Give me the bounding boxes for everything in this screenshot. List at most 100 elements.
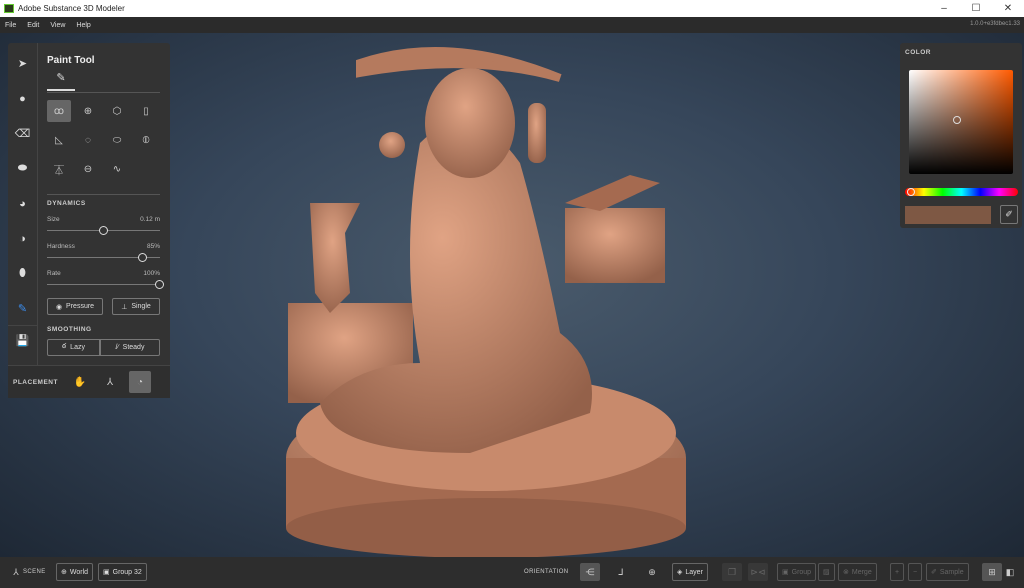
size-slider[interactable]	[47, 226, 160, 235]
eyedropper-button[interactable]: ✐	[1000, 205, 1018, 224]
hue-slider[interactable]	[905, 188, 1018, 196]
size-label: Size	[47, 216, 60, 223]
surface-placement-icon[interactable]: ◔	[129, 371, 151, 393]
menu-view[interactable]: View	[50, 22, 65, 29]
steady-button[interactable]: /∕ Steady	[100, 339, 160, 356]
bottom-toolbar: ⅄ SCENE ⊕ World ▣ Group 32 ORIENTATION ⋲ ⅃…	[0, 557, 1024, 588]
local-orientation-icon[interactable]: ⋲	[580, 563, 600, 581]
color-cursor[interactable]	[953, 116, 961, 124]
hue-knob[interactable]	[907, 188, 915, 196]
group-icon: ▣	[782, 569, 789, 576]
merge-label: Merge	[851, 568, 872, 576]
color-panel: COLOR ✐	[900, 43, 1022, 228]
axis-orientation-icon[interactable]: ⅃	[611, 563, 631, 581]
app-logo-icon	[4, 4, 14, 13]
menu-bar: File Edit View Help	[0, 17, 1024, 33]
group-button[interactable]: ▣ Group	[777, 563, 817, 581]
stroke-brush-icon[interactable]: ꝏ	[47, 100, 71, 122]
brush-shape-grid: ꝏ ⊕ ⬡ ▯ ◺ ◌ ⬭ ⦶ ⏄ ⊖ ∿	[47, 100, 163, 180]
world-button[interactable]: ⊕ World	[56, 563, 94, 581]
single-label: Single	[131, 303, 151, 310]
sample-button[interactable]: ✐ Sample	[926, 563, 969, 581]
ungroup-button[interactable]: ▨	[818, 563, 835, 581]
layer-button[interactable]: ◈ Layer	[672, 563, 708, 581]
steady-icon: /∕	[115, 344, 119, 351]
minimize-button[interactable]: –	[928, 0, 960, 17]
hardness-value: 85%	[146, 243, 160, 250]
cylinder-brush-icon[interactable]: ▯	[134, 100, 158, 122]
smooth-tool-icon[interactable]: ⬬	[8, 154, 37, 183]
view-mode-icon[interactable]: ⊞	[982, 563, 1002, 581]
group-btn-label: Group	[791, 568, 812, 576]
current-color-swatch[interactable]	[905, 206, 991, 224]
single-button[interactable]: ⊥ Single	[112, 298, 160, 315]
add-button[interactable]: +	[890, 563, 905, 581]
sample-label: Sample	[939, 568, 964, 576]
clay-tool-icon[interactable]: ●	[8, 84, 37, 113]
dynamics-heading: DYNAMICS	[47, 200, 86, 207]
cone-brush-icon[interactable]: ◺	[47, 129, 71, 151]
pressure-icon: ◉	[55, 303, 63, 311]
ungroup-icon: ▨	[823, 569, 830, 576]
erase-tool-icon[interactable]: ⌫	[8, 119, 37, 148]
inflate-tool-icon[interactable]: ⬮	[8, 259, 37, 288]
subtract-button[interactable]: −	[908, 563, 923, 581]
rate-label: Rate	[47, 270, 61, 277]
disc-brush-icon[interactable]: ⊖	[76, 158, 100, 180]
world-orientation-icon[interactable]: ⊕	[642, 563, 662, 581]
window-title: Adobe Substance 3D Modeler	[18, 4, 125, 13]
menu-help[interactable]: Help	[76, 22, 90, 29]
layer-icon: ◈	[677, 569, 683, 576]
rate-slider-knob[interactable]	[155, 280, 164, 289]
sphere-brush-icon[interactable]: ⊕	[76, 100, 100, 122]
hardness-slider-knob[interactable]	[138, 253, 148, 262]
rate-value: 100%	[143, 270, 160, 277]
size-value: 0.12 m	[140, 216, 160, 223]
eyedropper-icon: ✐	[1005, 209, 1013, 219]
close-button[interactable]: ✕	[992, 0, 1024, 17]
select-tool-icon[interactable]: ➤	[8, 49, 37, 78]
layer-label: Layer	[685, 568, 703, 576]
title-bar: Adobe Substance 3D Modeler – ☐ ✕	[0, 0, 1024, 17]
menu-edit[interactable]: Edit	[27, 22, 39, 29]
tool-sidebar: ➤ ● ⌫ ⬬ ◕ ◑ ⬮ ✎ 💾	[8, 43, 38, 365]
group-selector-button[interactable]: ▣ Group 32	[98, 563, 147, 581]
curve-brush-icon[interactable]: ∿	[105, 158, 129, 180]
axis-placement-icon[interactable]: ⅄	[99, 371, 121, 393]
eyedropper-icon: ✐	[931, 569, 937, 576]
menu-file[interactable]: File	[5, 22, 16, 29]
paint-brush-tool-icon[interactable]: ✎	[8, 294, 37, 323]
pressure-button[interactable]: ◉ Pressure	[47, 298, 103, 315]
group-label: Group 32	[112, 568, 142, 576]
duplicate-icon[interactable]: ❐	[722, 563, 742, 581]
ellipsoid-brush-icon[interactable]: ⦶	[134, 129, 158, 151]
symmetry-tool-icon[interactable]: ◑	[8, 224, 37, 253]
blob-brush-icon[interactable]: ◌	[76, 129, 100, 151]
merge-button[interactable]: ⊗ Merge	[838, 563, 877, 581]
lazy-button[interactable]: ఠ Lazy	[47, 339, 100, 356]
divider	[47, 92, 160, 93]
saturation-value-picker[interactable]	[909, 70, 1013, 174]
capsule-brush-icon[interactable]: ⬭	[105, 129, 129, 151]
paint-tool-panel: ➤ ● ⌫ ⬬ ◕ ◑ ⬮ ✎ 💾 Paint Tool ✎ ꝏ ⊕ ⬡ ▯ ◺…	[8, 43, 170, 398]
split-view-icon[interactable]: ◧	[1000, 563, 1020, 581]
placement-bar: PLACEMENT ✋ ⅄ ◔	[8, 365, 170, 398]
world-label: World	[69, 568, 89, 576]
pin-brush-icon[interactable]: ⏄	[47, 158, 71, 180]
hand-placement-icon[interactable]: ✋	[69, 371, 91, 393]
brush-tab[interactable]: ✎	[47, 71, 75, 91]
stamp-tool-icon[interactable]: ◕	[8, 189, 37, 218]
brush-icon: ✎	[56, 72, 66, 84]
lazy-icon: ఠ	[62, 343, 67, 350]
panel-title: Paint Tool	[47, 55, 95, 66]
maximize-button[interactable]: ☐	[960, 0, 992, 17]
hardness-label: Hardness	[47, 243, 75, 250]
hardness-slider[interactable]	[47, 253, 160, 262]
save-tool-icon[interactable]: 💾	[8, 325, 37, 354]
cube-brush-icon[interactable]: ⬡	[105, 100, 129, 122]
rate-slider[interactable]	[47, 280, 164, 289]
size-slider-knob[interactable]	[98, 226, 108, 235]
pressure-label: Pressure	[66, 303, 95, 310]
mirror-icon[interactable]: ⊳⊲	[748, 563, 768, 581]
placement-label: PLACEMENT	[13, 378, 58, 386]
